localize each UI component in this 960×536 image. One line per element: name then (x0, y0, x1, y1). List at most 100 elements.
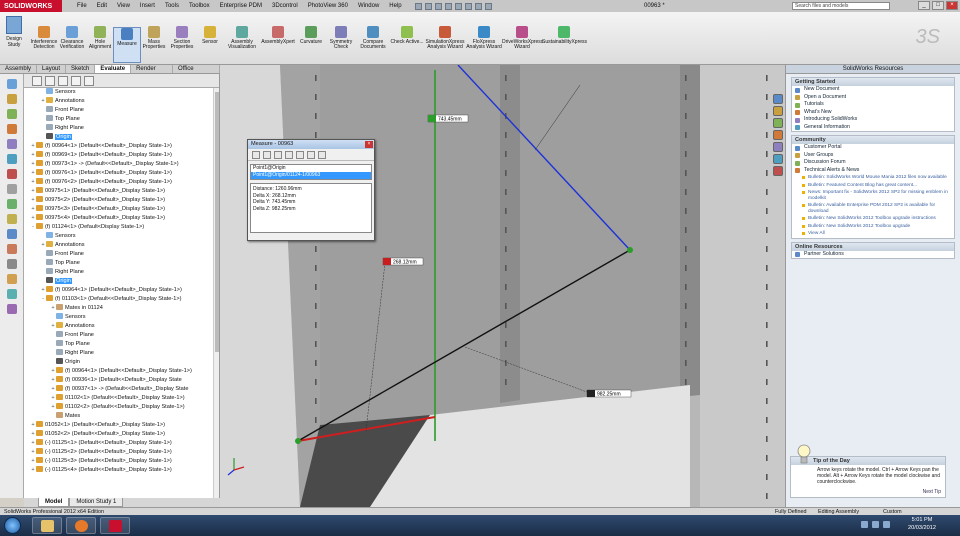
ribbon-button-simulationxpress-analysis-wizard[interactable]: SimulationXpress Analysis Wizard (424, 26, 466, 50)
projected-on-icon[interactable] (296, 151, 304, 159)
resource-link[interactable]: Customer Portal (792, 144, 954, 152)
ribbon-button-section-properties[interactable]: Section Properties (168, 26, 196, 50)
origin-point-b[interactable] (627, 247, 633, 253)
ribbon-button-symmetry-check[interactable]: Symmetry Check (326, 26, 356, 50)
resource-link[interactable]: Discussion Forum (792, 159, 954, 167)
measure-history-icon[interactable] (307, 151, 315, 159)
solidworks-resources-tab-icon[interactable] (773, 94, 783, 104)
move-component-icon[interactable] (6, 154, 17, 164)
tree-node[interactable]: +01102<1> (Default<<Default>_Display Sta… (24, 394, 219, 403)
instant3d-icon[interactable] (6, 259, 17, 269)
tree-node[interactable]: +00975<4> (Default<<Default>_Display Sta… (24, 214, 219, 223)
create-sensor-icon[interactable] (318, 151, 326, 159)
resource-link[interactable]: What's New (792, 109, 954, 117)
tree-node[interactable]: + (-) 01125<4> (Default<<Default>_Display… (24, 466, 219, 475)
tree-node[interactable]: + (f) 00964<1> (Default<<Default>_Display… (24, 286, 219, 295)
design-study-button[interactable]: Design Study (2, 16, 26, 62)
tree-node[interactable]: Origin (24, 277, 219, 286)
tree-node[interactable]: Sensors (24, 232, 219, 241)
tree-node[interactable]: +01052<1> (Default<<Default>_Display Sta… (24, 421, 219, 430)
resource-link[interactable]: Introducing SolidWorks (792, 116, 954, 124)
sketch-icon[interactable] (6, 274, 17, 284)
ribbon-button-curvature[interactable]: Curvature (296, 26, 326, 45)
measure-close-button[interactable]: × (365, 141, 373, 148)
linear-pattern-icon[interactable] (6, 139, 17, 149)
tree-scroll-thumb[interactable] (215, 92, 219, 352)
show-hidden-icon[interactable] (6, 169, 17, 179)
tree-node[interactable]: + (-) 01125<1> (Default<<Default>_Display… (24, 439, 219, 448)
ribbon-button-floxpress-analysis-wizard[interactable]: FloXpress Analysis Wizard (466, 26, 502, 50)
custom-properties-tab-icon[interactable] (773, 166, 783, 176)
tree-scrollbar[interactable] (213, 88, 219, 498)
model-tab-model[interactable]: Model (38, 498, 70, 507)
tree-node[interactable]: - (f) 01103<1> (Default<<Default>_Display… (24, 295, 219, 304)
ribbon-button-assemblyxpert[interactable]: AssemblyXpert (260, 26, 296, 45)
tree-node[interactable]: + (f) 00937<1> -> (Default<<Default>_Disp… (24, 385, 219, 394)
model-tab-motion-study-1[interactable]: Motion Study 1 (69, 498, 124, 507)
new-document-icon[interactable] (414, 2, 422, 10)
file-explorer-tab-icon[interactable] (773, 118, 783, 128)
taskbar-solidworks[interactable] (100, 517, 130, 534)
tree-node[interactable]: +00975<3> (Default<<Default>_Display Sta… (24, 205, 219, 214)
mate-icon[interactable] (6, 124, 17, 134)
tree-node[interactable]: + (f) 00976<1> (Default<<Default>_Display… (24, 169, 219, 178)
tree-node[interactable]: +00975<1> (Default<<Default>_Display Sta… (24, 187, 219, 196)
bill-of-materials-icon[interactable] (6, 229, 17, 239)
tree-node[interactable]: Origin (24, 133, 219, 142)
menu-help[interactable]: Help (384, 0, 406, 12)
tree-node[interactable]: + (-) 01125<3> (Default<<Default>_Display… (24, 457, 219, 466)
ribbon-button-assembly-visualization[interactable]: Assembly Visualization (224, 26, 260, 50)
exploded-view-icon[interactable] (6, 244, 17, 254)
display-manager-tab-icon[interactable] (84, 76, 94, 86)
undo-icon[interactable] (454, 2, 462, 10)
units-precision-icon[interactable] (263, 151, 271, 159)
tray-flag-icon[interactable] (861, 521, 868, 528)
resource-link[interactable]: Technical Alerts & News (792, 167, 954, 175)
tab-sketch[interactable]: Sketch (66, 65, 96, 73)
tree-node[interactable]: Right Plane (24, 268, 219, 277)
menu-window[interactable]: Window (353, 0, 384, 12)
news-item[interactable]: Bulletin: New SolidWorks 2012 Toolbox up… (792, 215, 954, 223)
view-all-link[interactable]: View All (792, 230, 954, 238)
tree-node[interactable]: + (f) 00964<1> (Default<<Default>_Display… (24, 367, 219, 376)
menu-photoview-360[interactable]: PhotoView 360 (303, 0, 353, 12)
measure-selection-list[interactable]: Point1@Origin Point1@Origin/01124-1/0096… (250, 164, 372, 180)
tree-node[interactable]: + (f) 00973<1> -> (Default<<Default>_Disp… (24, 160, 219, 169)
tree-node[interactable]: Front Plane (24, 250, 219, 259)
tree-node[interactable]: Top Plane (24, 340, 219, 349)
view-palette-tab-icon[interactable] (773, 142, 783, 152)
tree-node[interactable]: Sensors (24, 313, 219, 322)
resource-link[interactable]: General Information (792, 124, 954, 132)
tree-node[interactable]: Front Plane (24, 106, 219, 115)
reference-geometry-icon[interactable] (6, 199, 17, 209)
tree-node[interactable]: + (f) 00976<2> (Default<<Default>_Display… (24, 178, 219, 187)
tab-render-tools[interactable]: Render Tools (131, 65, 174, 81)
next-tip-link[interactable]: Next Tip (923, 489, 941, 495)
ribbon-button-mass-properties[interactable]: Mass Properties (140, 26, 168, 50)
news-item[interactable]: Bulletin: New SolidWorks 2012 Toolbox up… (792, 223, 954, 231)
ribbon-button-interference-detection[interactable]: Interference Detection (30, 26, 58, 50)
menu-tools[interactable]: Tools (160, 0, 184, 12)
news-item[interactable]: Bulletin: Featured Content Blog has grea… (792, 182, 954, 190)
measure-selection-item[interactable]: Point1@Origin (251, 165, 371, 172)
news-item[interactable]: Bulletin: Available Enterprise PDM 2012 … (792, 202, 954, 215)
configuration-manager-tab-icon[interactable] (58, 76, 68, 86)
search-tab-icon[interactable] (773, 130, 783, 140)
resource-link[interactable]: User Groups (792, 152, 954, 160)
clock[interactable]: 5:01 PM 20/03/2012 (908, 517, 936, 532)
tree-node[interactable]: Origin (24, 358, 219, 367)
measure-selection-item[interactable]: Point1@Origin/01124-1/00963 (251, 172, 371, 179)
tree-node[interactable]: +01102<2> (Default<<Default>_Display Sta… (24, 403, 219, 412)
assembly-features-icon[interactable] (6, 184, 17, 194)
ribbon-button-clearance-verification[interactable]: Clearance Verification (58, 26, 86, 50)
menu-file[interactable]: File (72, 0, 92, 12)
graphics-viewport[interactable]: 743.45mm 268.12mm 982.25mm (220, 65, 785, 507)
origin-point-a[interactable] (295, 438, 301, 444)
news-item[interactable]: News: Important fix - SolidWorks 2012 SP… (792, 189, 954, 202)
ribbon-button-sustainabilityxpress[interactable]: SustainabilityXpress (542, 26, 587, 45)
measure-dialog-header[interactable]: Measure - 00963 × (248, 140, 374, 149)
tab-office-products[interactable]: Office Products (173, 65, 220, 81)
tree-node[interactable]: + Annotations (24, 97, 219, 106)
save-icon[interactable] (434, 2, 442, 10)
ribbon-button-sensor[interactable]: Sensor (196, 26, 224, 45)
